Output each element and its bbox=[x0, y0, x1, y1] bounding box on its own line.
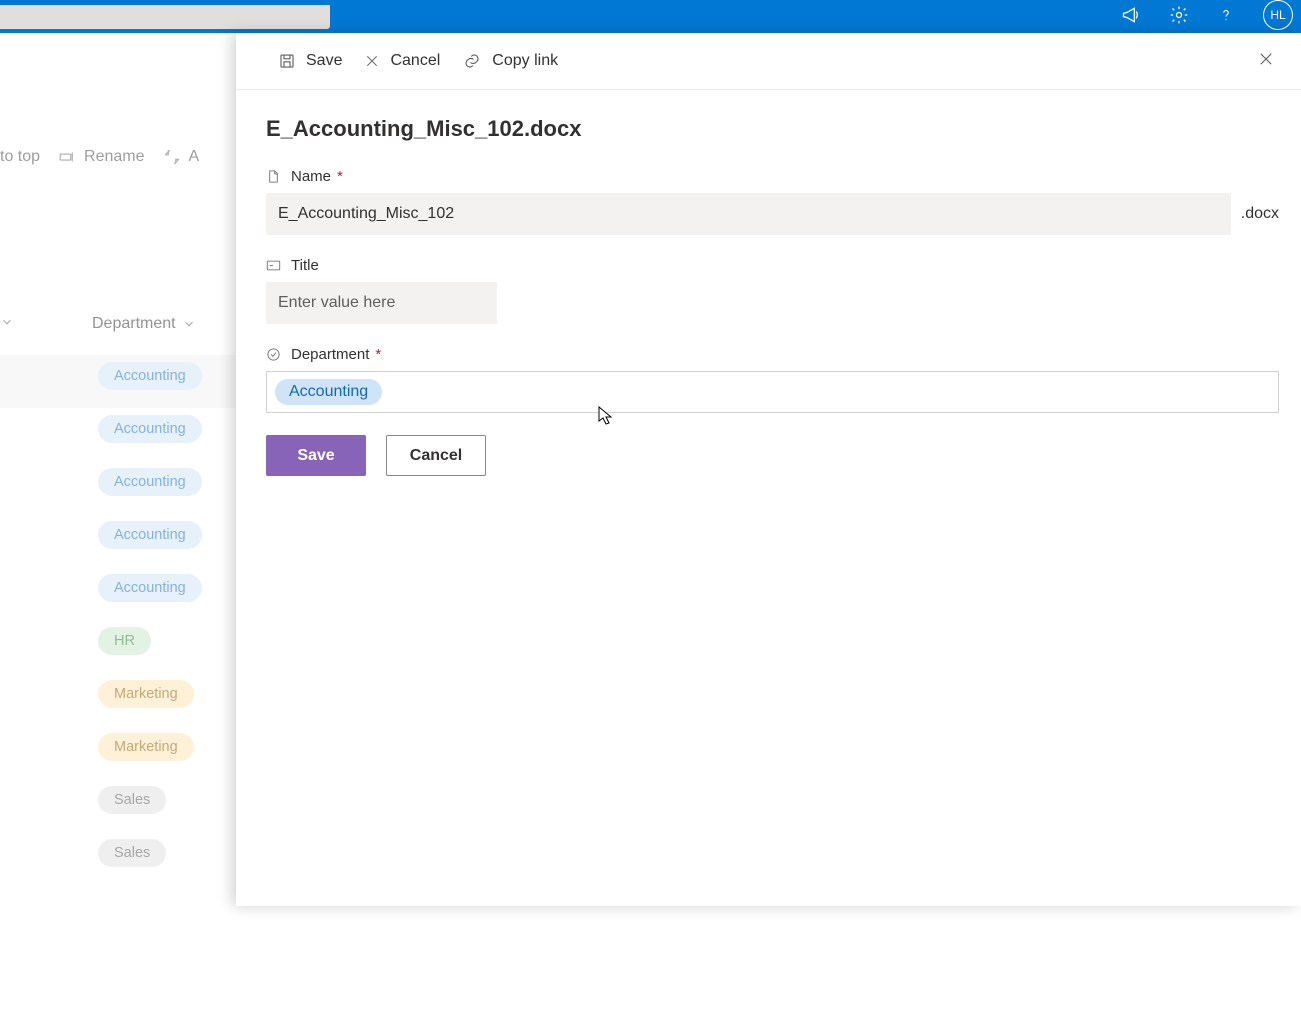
suite-header: HL bbox=[0, 0, 1301, 33]
department-input[interactable]: Accounting bbox=[266, 371, 1279, 413]
avatar[interactable]: HL bbox=[1263, 0, 1293, 30]
close-icon bbox=[1257, 50, 1275, 68]
department-pill[interactable]: Marketing bbox=[98, 733, 194, 761]
department-pill[interactable]: HR bbox=[98, 627, 151, 655]
department-pill[interactable]: Accounting bbox=[98, 574, 202, 602]
cancel-button[interactable]: Cancel bbox=[386, 435, 486, 476]
help-icon[interactable] bbox=[1217, 6, 1235, 27]
required-asterisk: * bbox=[337, 168, 343, 185]
close-panel-button[interactable] bbox=[1257, 50, 1275, 73]
department-pill[interactable]: Accounting bbox=[98, 415, 202, 443]
department-pill[interactable]: Accounting bbox=[98, 521, 202, 549]
chevron-down-icon bbox=[182, 317, 196, 331]
prev-column-header[interactable] bbox=[0, 315, 14, 329]
megaphone-icon[interactable] bbox=[1121, 5, 1141, 28]
panel-title: E_Accounting_Misc_102.docx bbox=[266, 116, 1279, 142]
required-asterisk: * bbox=[375, 346, 381, 363]
department-column-cells: Accounting Accounting Accounting Accounting… bbox=[98, 362, 202, 867]
panel-command-bar: Save Cancel Copy link bbox=[236, 33, 1301, 90]
gear-icon[interactable] bbox=[1169, 5, 1189, 28]
department-pill[interactable]: Accounting bbox=[98, 362, 202, 390]
app-launcher-region[interactable] bbox=[0, 5, 330, 29]
pin-to-top-fragment[interactable]: to top bbox=[0, 148, 40, 166]
rename-command[interactable]: Rename bbox=[58, 148, 144, 166]
field-name: Name * .docx bbox=[266, 168, 1279, 235]
department-pill[interactable]: Sales bbox=[98, 786, 166, 814]
copy-link-command[interactable]: Copy link bbox=[462, 52, 558, 70]
title-input[interactable] bbox=[266, 282, 497, 324]
file-extension: .docx bbox=[1241, 205, 1279, 223]
column-header-department[interactable]: Department bbox=[92, 315, 196, 333]
department-pill[interactable]: Accounting bbox=[98, 468, 202, 496]
save-button[interactable]: Save bbox=[266, 435, 366, 476]
department-pill[interactable]: Marketing bbox=[98, 680, 194, 708]
document-icon bbox=[266, 168, 281, 185]
name-input[interactable] bbox=[266, 193, 1231, 235]
field-department: Department * Accounting bbox=[266, 346, 1279, 413]
chevron-down-icon bbox=[0, 315, 14, 329]
automate-command-fragment[interactable]: A bbox=[163, 148, 200, 166]
field-title: Title bbox=[266, 257, 1279, 324]
department-pill[interactable]: Sales bbox=[98, 839, 166, 867]
department-tag[interactable]: Accounting bbox=[275, 379, 382, 405]
choice-icon bbox=[266, 347, 281, 362]
edit-properties-panel: Save Cancel Copy link E_Accounting_Misc_… bbox=[236, 33, 1301, 906]
save-command[interactable]: Save bbox=[278, 52, 342, 70]
text-field-icon bbox=[266, 259, 281, 272]
avatar-initials: HL bbox=[1270, 8, 1285, 22]
cancel-command[interactable]: Cancel bbox=[364, 52, 440, 70]
